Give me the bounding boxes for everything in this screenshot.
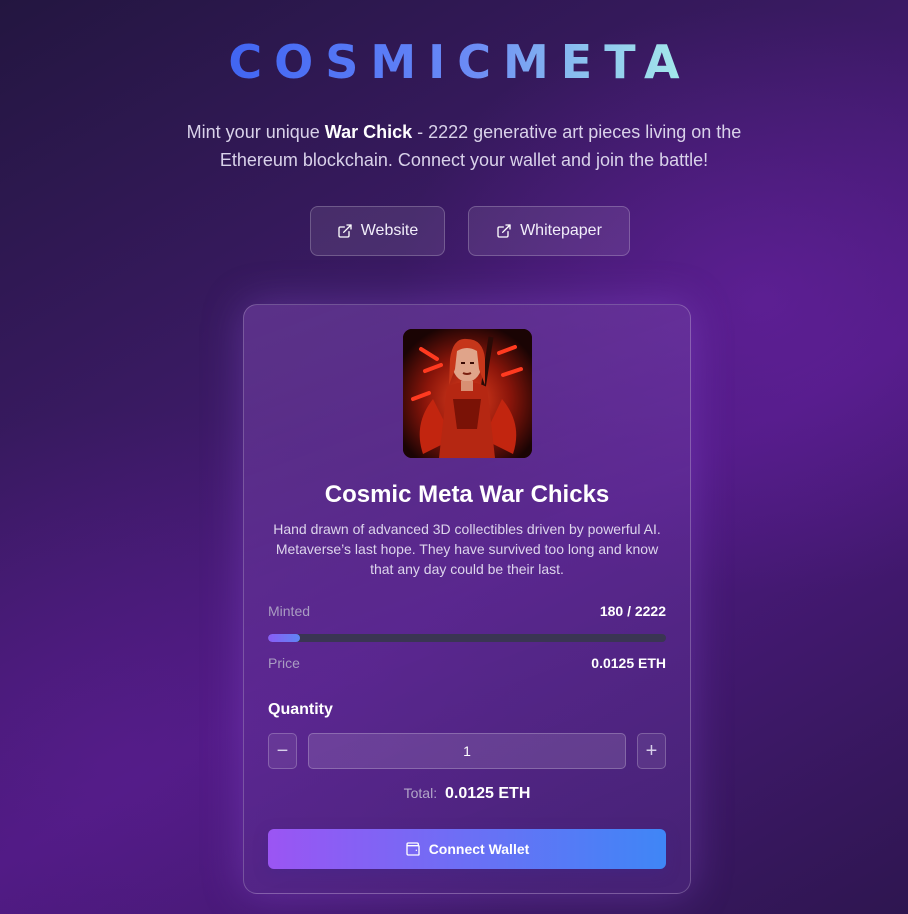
minus-icon: −	[276, 739, 289, 762]
minted-row: Minted 180 / 2222	[268, 603, 666, 619]
website-label: Website	[360, 222, 419, 239]
mint-page: COSMICMETA Mint your unique War Chick - …	[0, 0, 908, 914]
quantity-decrement-button[interactable]: −	[268, 733, 297, 769]
price-label: Price	[268, 655, 300, 671]
total-value: 0.0125 ETH	[444, 785, 531, 802]
price-row: Price 0.0125 ETH	[268, 655, 666, 671]
tagline-prefix: Mint your unique	[186, 122, 325, 142]
plus-icon: +	[645, 739, 658, 762]
quantity-input[interactable]	[308, 733, 626, 769]
total-label: Total:	[403, 785, 438, 801]
minted-label: Minted	[268, 603, 311, 619]
price-value: 0.0125 ETH	[591, 655, 666, 671]
mint-card: Cosmic Meta War Chicks Hand drawn of adv…	[243, 304, 691, 894]
external-link-icon	[497, 224, 511, 238]
total-price: Total: 0.0125 ETH	[244, 785, 690, 803]
quantity-increment-button[interactable]: +	[637, 733, 666, 769]
website-button[interactable]: Website	[310, 206, 445, 256]
whitepaper-button[interactable]: Whitepaper	[468, 206, 630, 256]
quantity-label: Quantity	[268, 701, 333, 718]
external-link-icon	[338, 224, 352, 238]
minted-value: 180 / 2222	[599, 603, 666, 619]
connect-wallet-label: Connect Wallet	[428, 841, 530, 857]
external-links: Website Whitepaper	[310, 206, 630, 256]
logo: COSMICMETA	[0, 34, 908, 90]
tagline: Mint your unique War Chick - 2222 genera…	[154, 118, 774, 174]
connect-wallet-button[interactable]: Connect Wallet	[268, 829, 666, 869]
wallet-icon	[406, 842, 420, 856]
collection-title: Cosmic Meta War Chicks	[324, 481, 610, 508]
mint-progress-fill	[268, 634, 301, 642]
tagline-highlight: War Chick	[324, 122, 413, 142]
logo-text: COSMICMETA	[216, 35, 691, 89]
mint-progress-bar	[268, 634, 666, 642]
whitepaper-label: Whitepaper	[520, 222, 602, 239]
collection-description: Hand drawn of advanced 3D collectibles d…	[273, 521, 661, 577]
war-chick-artwork	[403, 329, 532, 458]
nft-preview-image	[403, 329, 532, 458]
